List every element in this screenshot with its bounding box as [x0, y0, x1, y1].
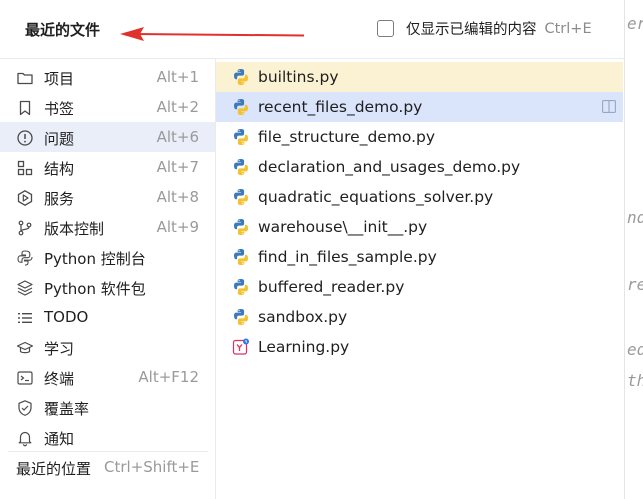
- nav-item-shortcut: Alt+2: [156, 98, 199, 116]
- show-edited-only-toggle[interactable]: 仅显示已编辑的内容 Ctrl+E: [377, 18, 592, 39]
- nav-item-version-control[interactable]: 版本控制 Alt+9: [0, 212, 215, 242]
- show-edited-only-checkbox[interactable]: [377, 20, 394, 37]
- nav-item-label: 项目: [44, 70, 75, 88]
- file-item[interactable]: declaration_and_usages_demo.py: [216, 152, 623, 182]
- nav-item-coverage[interactable]: 覆盖率: [0, 392, 215, 422]
- file-name: find_in_files_sample.py: [258, 248, 437, 266]
- todo-list-icon: [18, 313, 32, 323]
- terminal-icon: [17, 371, 33, 385]
- show-edited-only-label: 仅显示已编辑的内容: [406, 22, 537, 38]
- file-name: declaration_and_usages_demo.py: [258, 158, 521, 176]
- coverage-shield-icon: [18, 400, 32, 416]
- nav-item-shortcut: Alt+1: [156, 68, 199, 86]
- nav-item-label: Python 软件包: [44, 280, 146, 298]
- nav-item-terminal[interactable]: 终端 Alt+F12: [0, 362, 215, 392]
- nav-item-label: TODO: [44, 308, 89, 326]
- nav-item-shortcut: Alt+8: [156, 188, 199, 206]
- nav-item-label: 版本控制: [44, 220, 105, 238]
- nav-item-label: 终端: [44, 370, 75, 388]
- learn-icon: [16, 341, 34, 354]
- background-code-fragment: nd: [627, 208, 643, 227]
- nav-item-notifications[interactable]: 通知: [0, 422, 215, 452]
- python-file-icon: [234, 129, 248, 145]
- nav-item-label: 结构: [44, 160, 75, 178]
- annotation-arrow: [120, 27, 305, 41]
- nav-item-shortcut: Alt+9: [156, 218, 199, 236]
- file-name: quadratic_equations_solver.py: [258, 188, 494, 206]
- nav-item-project[interactable]: 项目 Alt+1: [0, 62, 215, 92]
- nav-item-learn[interactable]: 学习: [0, 332, 215, 362]
- popup-title: 最近的文件: [25, 21, 101, 39]
- file-item[interactable]: Learning.py: [216, 332, 623, 362]
- file-item[interactable]: buffered_reader.py: [216, 272, 623, 302]
- tool-window-list: 项目 Alt+1 书签 Alt+2 问题 Alt+6 结构 Alt+7 服务 A…: [0, 59, 216, 499]
- file-item[interactable]: quadratic_equations_solver.py: [216, 182, 623, 212]
- nav-item-python-packages[interactable]: Python 软件包: [0, 272, 215, 302]
- file-item[interactable]: file_structure_demo.py: [216, 122, 623, 152]
- file-name: Learning.py: [258, 338, 350, 356]
- vcs-branch-icon: [18, 220, 32, 236]
- background-code-fragment: rem: [627, 275, 643, 294]
- file-item[interactable]: recent_files_demo.py: [216, 92, 623, 122]
- file-name: buffered_reader.py: [258, 278, 405, 296]
- file-name: builtins.py: [258, 68, 339, 86]
- background-code-fragment: th: [627, 371, 643, 390]
- recent-files-popup: 最近的文件 仅显示已编辑的内容 Ctrl+E 项目 Alt+1 书签 Alt+2…: [0, 0, 625, 499]
- file-name: sandbox.py: [258, 308, 348, 326]
- file-item[interactable]: warehouse\__init__.py: [216, 212, 623, 242]
- nav-item-shortcut: Alt+6: [156, 128, 199, 146]
- python-file-icon: [234, 219, 248, 235]
- services-icon: [17, 190, 33, 206]
- show-edited-only-shortcut: Ctrl+E: [544, 20, 592, 37]
- recent-locations-shortcut: Ctrl+Shift+E: [104, 458, 200, 476]
- python-file-icon: [234, 249, 248, 265]
- python-file-icon: [234, 99, 248, 115]
- recent-locations-link[interactable]: 最近的位置: [16, 458, 91, 479]
- nav-item-label: 覆盖率: [44, 400, 90, 418]
- structure-icon: [17, 160, 33, 176]
- nav-item-label: 问题: [44, 130, 75, 148]
- popup-header: 最近的文件 仅显示已编辑的内容 Ctrl+E: [0, 0, 624, 59]
- nav-item-todo[interactable]: TODO: [0, 302, 215, 332]
- nav-item-label: 书签: [44, 100, 75, 118]
- nav-item-label: Python 控制台: [44, 250, 146, 268]
- background-code-fragment: ed: [627, 340, 643, 359]
- file-name: file_structure_demo.py: [258, 128, 436, 146]
- nav-item-bookmarks[interactable]: 书签 Alt+2: [0, 92, 215, 122]
- file-item[interactable]: find_in_files_sample.py: [216, 242, 623, 272]
- file-name: recent_files_demo.py: [258, 98, 423, 116]
- nav-item-structure[interactable]: 结构 Alt+7: [0, 152, 215, 182]
- python-file-icon: [234, 159, 248, 175]
- nav-item-python-console[interactable]: Python 控制台: [0, 242, 215, 272]
- nav-item-services[interactable]: 服务 Alt+8: [0, 182, 215, 212]
- divider: [8, 451, 208, 452]
- nav-item-problems[interactable]: 问题 Alt+6: [0, 122, 215, 152]
- python-file-icon: [234, 69, 248, 85]
- file-name: warehouse\__init__.py: [258, 218, 428, 236]
- nav-item-shortcut: Alt+7: [156, 158, 199, 176]
- python-file-icon: [234, 279, 248, 295]
- open-in-split-icon[interactable]: [602, 100, 616, 113]
- nav-item-label: 学习: [44, 340, 75, 358]
- packages-icon: [17, 280, 33, 296]
- nav-item-label: 服务: [44, 190, 75, 208]
- python-file-icon: [234, 309, 248, 325]
- problems-icon: [17, 130, 33, 146]
- bookmark-icon: [19, 100, 31, 116]
- bell-icon: [18, 431, 32, 447]
- python-console-icon: [17, 250, 33, 266]
- folder-icon: [17, 72, 33, 85]
- python-file-icon: [234, 189, 248, 205]
- learning-file-icon: [232, 338, 249, 355]
- background-code-fragment: er: [627, 14, 643, 33]
- file-item[interactable]: builtins.py: [216, 62, 623, 92]
- file-item[interactable]: sandbox.py: [216, 302, 623, 332]
- nav-item-label: 通知: [44, 430, 75, 448]
- nav-item-shortcut: Alt+F12: [138, 368, 199, 386]
